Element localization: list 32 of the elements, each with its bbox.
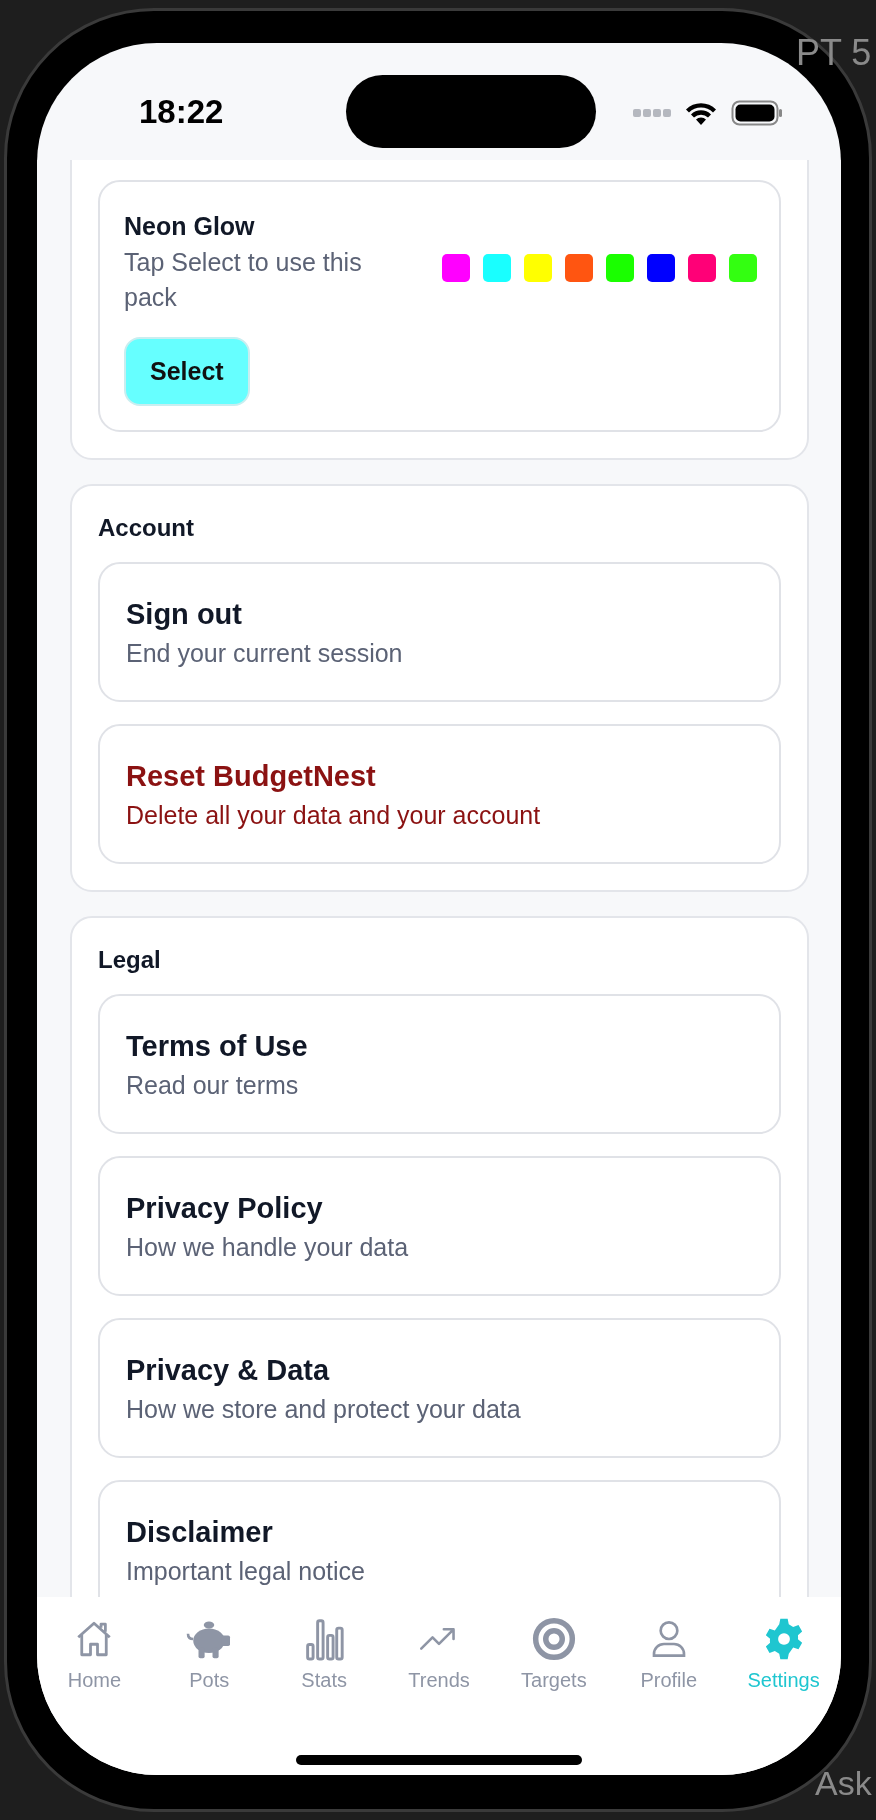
signal-icon: [633, 108, 671, 117]
item-title: Privacy & Data: [126, 1354, 331, 1387]
list-item-card[interactable]: Disclaimer Important legal notice: [98, 1480, 781, 1597]
list-item-card[interactable]: Terms of Use Read our terms: [98, 994, 781, 1134]
item-title: Disclaimer: [126, 1516, 274, 1549]
status-time: 18:22: [139, 92, 225, 131]
item-subtitle: Important legal notice: [126, 1557, 367, 1586]
background-text: PT 5: [796, 32, 872, 74]
item-title: Sign out: [126, 598, 243, 631]
item-subtitle: How we handle your data: [126, 1233, 410, 1262]
item-title: Reset BudgetNest: [126, 760, 377, 793]
background-text: Ask: [815, 1764, 872, 1803]
item-subtitle: How we store and protect your data: [126, 1395, 522, 1424]
pack-name: Neon Glow: [124, 212, 256, 241]
list-item-card[interactable]: Privacy & Data How we store and protect your data: [98, 1318, 781, 1458]
item-title: Privacy Policy: [126, 1192, 324, 1225]
item-title: Terms of Use: [126, 1030, 309, 1063]
section-heading: Legal: [98, 946, 162, 974]
item-subtitle: End your current session: [126, 639, 404, 668]
item-subtitle: Read our terms: [126, 1071, 300, 1100]
theme-pack-card[interactable]: Neon Glow Tap Select to use this pack Select: [98, 180, 781, 432]
battery-icon: [731, 99, 783, 126]
target-icon: [531, 1617, 576, 1661]
select-button[interactable]: Select: [124, 337, 250, 406]
item-subtitle: Delete all your data and your account: [126, 801, 542, 830]
danger-list-card[interactable]: Reset BudgetNest Delete all your data and your account: [98, 724, 781, 864]
section-heading: Account: [98, 514, 195, 542]
wifi-icon: [685, 100, 717, 125]
list-item-card[interactable]: Privacy Policy How we handle your data: [98, 1156, 781, 1296]
bar-chart-icon: [304, 1617, 345, 1661]
list-item-card[interactable]: Sign out End your current session: [98, 562, 781, 702]
pack-description: Tap Select to use this pack: [124, 247, 363, 313]
